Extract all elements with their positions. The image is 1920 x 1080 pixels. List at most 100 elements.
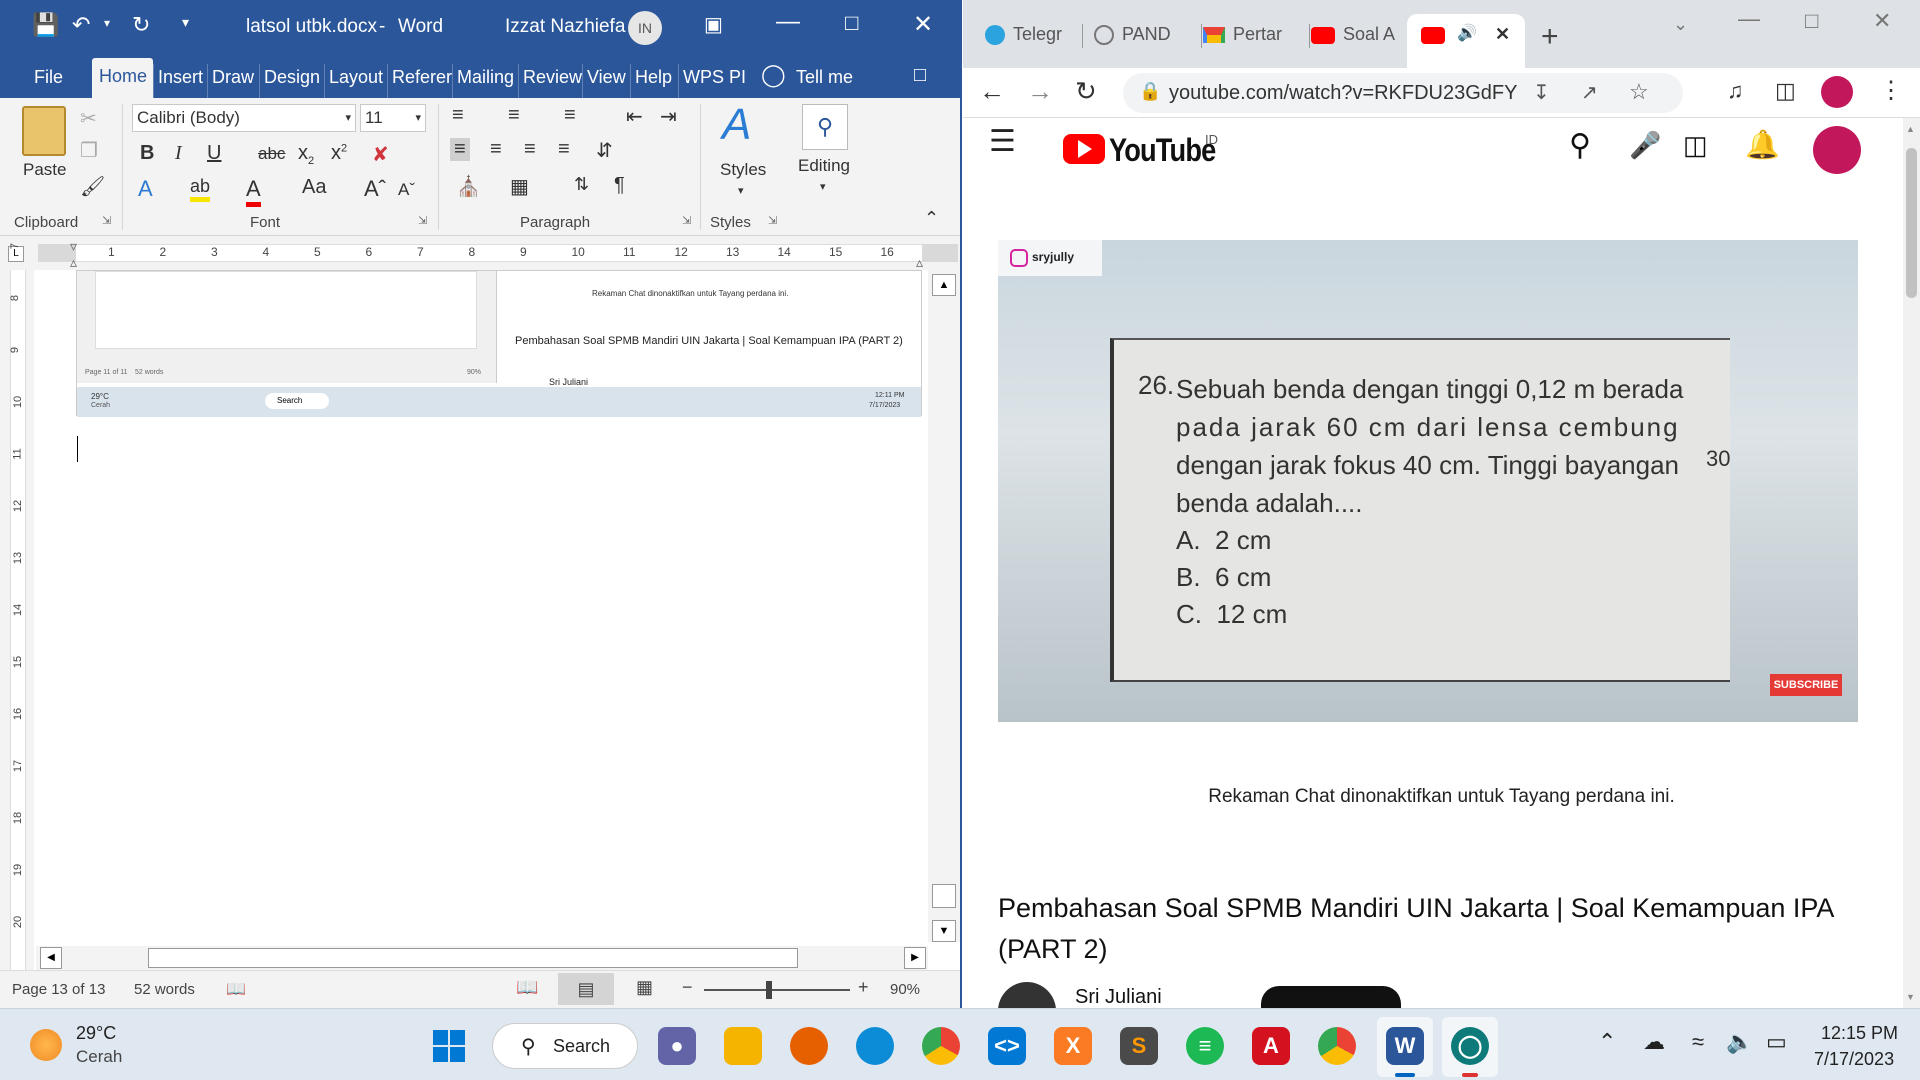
edge-icon[interactable]	[856, 1027, 894, 1065]
install-app-icon[interactable]: ↧	[1533, 80, 1550, 105]
tab-layout[interactable]: Layout	[324, 64, 387, 98]
editing-button[interactable]: Editing	[798, 156, 850, 176]
font-name-combo[interactable]: Calibri (Body) ▾	[132, 104, 356, 132]
forward-button[interactable]: →	[1027, 76, 1053, 107]
spotify-icon[interactable]: ≡	[1186, 1027, 1224, 1065]
first-line-indent-marker[interactable]: ▿	[70, 238, 77, 255]
address-bar[interactable]: 🔒 youtube.com/watch?v=RKFDU23GdFY ↧ ↗ ☆	[1123, 73, 1683, 113]
new-tab-button[interactable]: +	[1541, 20, 1559, 54]
highlight-color-icon[interactable]: ab	[190, 176, 211, 202]
subscribe-overlay[interactable]: SUBSCRIBE	[1770, 674, 1842, 696]
font-color-icon[interactable]: A	[246, 176, 261, 207]
bookmark-star-icon[interactable]: ☆	[1629, 79, 1649, 105]
clear-formatting-icon[interactable]: ✘	[372, 142, 389, 167]
tab-telegram[interactable]: Telegr	[985, 14, 1085, 54]
paste-button[interactable]: Paste	[23, 160, 66, 180]
paragraph-launcher-icon[interactable]: ⇲	[682, 214, 691, 227]
zoom-level[interactable]: 90%	[890, 981, 920, 998]
change-case-button[interactable]: Aa	[302, 176, 326, 199]
video-player[interactable]: sryjully 26. Sebuah benda dengan tinggi …	[998, 240, 1858, 722]
screen-recorder-icon[interactable]: ◯	[1451, 1027, 1489, 1065]
styles-launcher-icon[interactable]: ⇲	[768, 214, 777, 227]
tab-insert[interactable]: Insert	[153, 64, 207, 98]
youtube-logo-text[interactable]: YouTube	[1109, 132, 1216, 169]
scroll-right-button[interactable]: ▶	[904, 947, 926, 969]
shading-icon[interactable]: ⛪	[456, 174, 481, 199]
shrink-font-icon[interactable]: Aˇ	[398, 180, 415, 200]
zoom-out-icon[interactable]: −	[682, 977, 693, 998]
taskbar-search[interactable]: ⚲ Search	[492, 1023, 638, 1069]
search-icon[interactable]: ⚲	[1569, 128, 1591, 163]
tab-help[interactable]: Help	[630, 64, 676, 98]
chrome-menu-icon[interactable]: ⋮	[1879, 76, 1903, 105]
cut-icon[interactable]: ✂	[80, 106, 97, 131]
vscode-icon[interactable]: <>	[988, 1027, 1026, 1065]
tab-design[interactable]: Design	[259, 64, 324, 98]
vertical-scrollbar[interactable]: ▲ ▼	[928, 270, 960, 942]
customize-qat-icon[interactable]: ▾	[182, 14, 189, 31]
styles-dropdown-icon[interactable]: ▾	[738, 184, 744, 197]
sort-icon[interactable]: ⇅	[574, 174, 589, 195]
scroll-down-button[interactable]: ▼	[932, 920, 956, 942]
media-controls-icon[interactable]: ♫	[1727, 78, 1744, 104]
tab-search-icon[interactable]: ⌄	[1673, 14, 1688, 35]
underline-button[interactable]: U	[207, 142, 221, 165]
sublime-text-icon[interactable]: S	[1120, 1027, 1158, 1065]
close-button[interactable]: ✕	[913, 10, 933, 39]
tell-me-search[interactable]: Tell me	[792, 64, 857, 98]
tab-soal-youtube[interactable]: Soal A	[1311, 14, 1411, 54]
clock-date[interactable]: 7/17/2023	[1814, 1049, 1894, 1070]
page-count[interactable]: Page 13 of 13	[12, 981, 105, 998]
bullets-icon[interactable]: ≡	[452, 104, 464, 127]
decrease-indent-icon[interactable]: ⇤	[626, 104, 643, 129]
back-button[interactable]: ←	[979, 76, 1005, 107]
scroll-thumb[interactable]	[932, 884, 956, 908]
format-painter-icon[interactable]: 🖌	[80, 174, 105, 199]
tab-view[interactable]: View	[582, 64, 630, 98]
comments-icon[interactable]: □	[910, 62, 930, 96]
strikethrough-button[interactable]: abc	[258, 144, 285, 164]
tab-references[interactable]: Referer	[387, 64, 456, 98]
superscript-button[interactable]: x2	[331, 142, 347, 165]
page-scrollbar[interactable]: ▲ ▼	[1903, 118, 1920, 1008]
xampp-icon[interactable]: X	[1054, 1027, 1092, 1065]
tab-review[interactable]: Review	[518, 64, 586, 98]
youtube-avatar[interactable]	[1813, 126, 1861, 174]
align-left-icon[interactable]: ≡	[450, 138, 470, 161]
minimize-button[interactable]: —	[776, 8, 800, 36]
right-indent-marker[interactable]: ▵	[916, 254, 923, 271]
chrome-minimize-button[interactable]: —	[1738, 6, 1760, 32]
youtube-logo-icon[interactable]	[1063, 134, 1105, 164]
copy-icon[interactable]: ❐	[80, 138, 98, 163]
close-tab-icon[interactable]: ✕	[1495, 14, 1510, 54]
share-icon[interactable]: ↗	[1581, 80, 1598, 105]
user-avatar[interactable]: IN	[628, 11, 662, 45]
acrobat-icon[interactable]: A	[1252, 1027, 1290, 1065]
tab-pand[interactable]: PAND	[1094, 14, 1194, 54]
read-mode-icon[interactable]: 📖	[516, 977, 538, 998]
chrome-profile-icon[interactable]	[1318, 1027, 1356, 1065]
reload-button[interactable]: ↻	[1075, 76, 1097, 107]
print-layout-icon[interactable]: ▤	[558, 973, 614, 1005]
hscroll-thumb[interactable]	[148, 948, 798, 968]
editing-dropdown-icon[interactable]: ▾	[820, 180, 826, 193]
voice-search-icon[interactable]: 🎤	[1629, 130, 1661, 161]
collapse-ribbon-icon[interactable]: ⌃	[924, 208, 939, 229]
zoom-in-icon[interactable]: +	[858, 977, 869, 998]
ribbon-display-options-icon[interactable]: ▣	[704, 12, 723, 37]
word-icon[interactable]: W	[1386, 1027, 1424, 1065]
battery-icon[interactable]: ▭	[1766, 1029, 1787, 1055]
lock-icon[interactable]: 🔒	[1139, 81, 1161, 102]
scroll-up-button[interactable]: ▲	[932, 274, 956, 296]
hamburger-menu-icon[interactable]: ☰	[989, 124, 1016, 159]
url-text[interactable]: youtube.com/watch?v=RKFDU23GdFY	[1169, 82, 1518, 105]
weather-icon[interactable]	[30, 1029, 62, 1061]
align-center-icon[interactable]: ≡	[490, 138, 502, 161]
styles-icon[interactable]: A	[722, 100, 751, 150]
page-scroll-thumb[interactable]	[1906, 148, 1917, 298]
line-spacing-icon[interactable]: ⇵	[596, 138, 613, 163]
text-effects-icon[interactable]: A	[138, 176, 153, 202]
save-icon[interactable]: 💾	[32, 12, 59, 38]
onedrive-icon[interactable]: ☁	[1643, 1029, 1665, 1055]
increase-indent-icon[interactable]: ⇥	[660, 104, 677, 129]
